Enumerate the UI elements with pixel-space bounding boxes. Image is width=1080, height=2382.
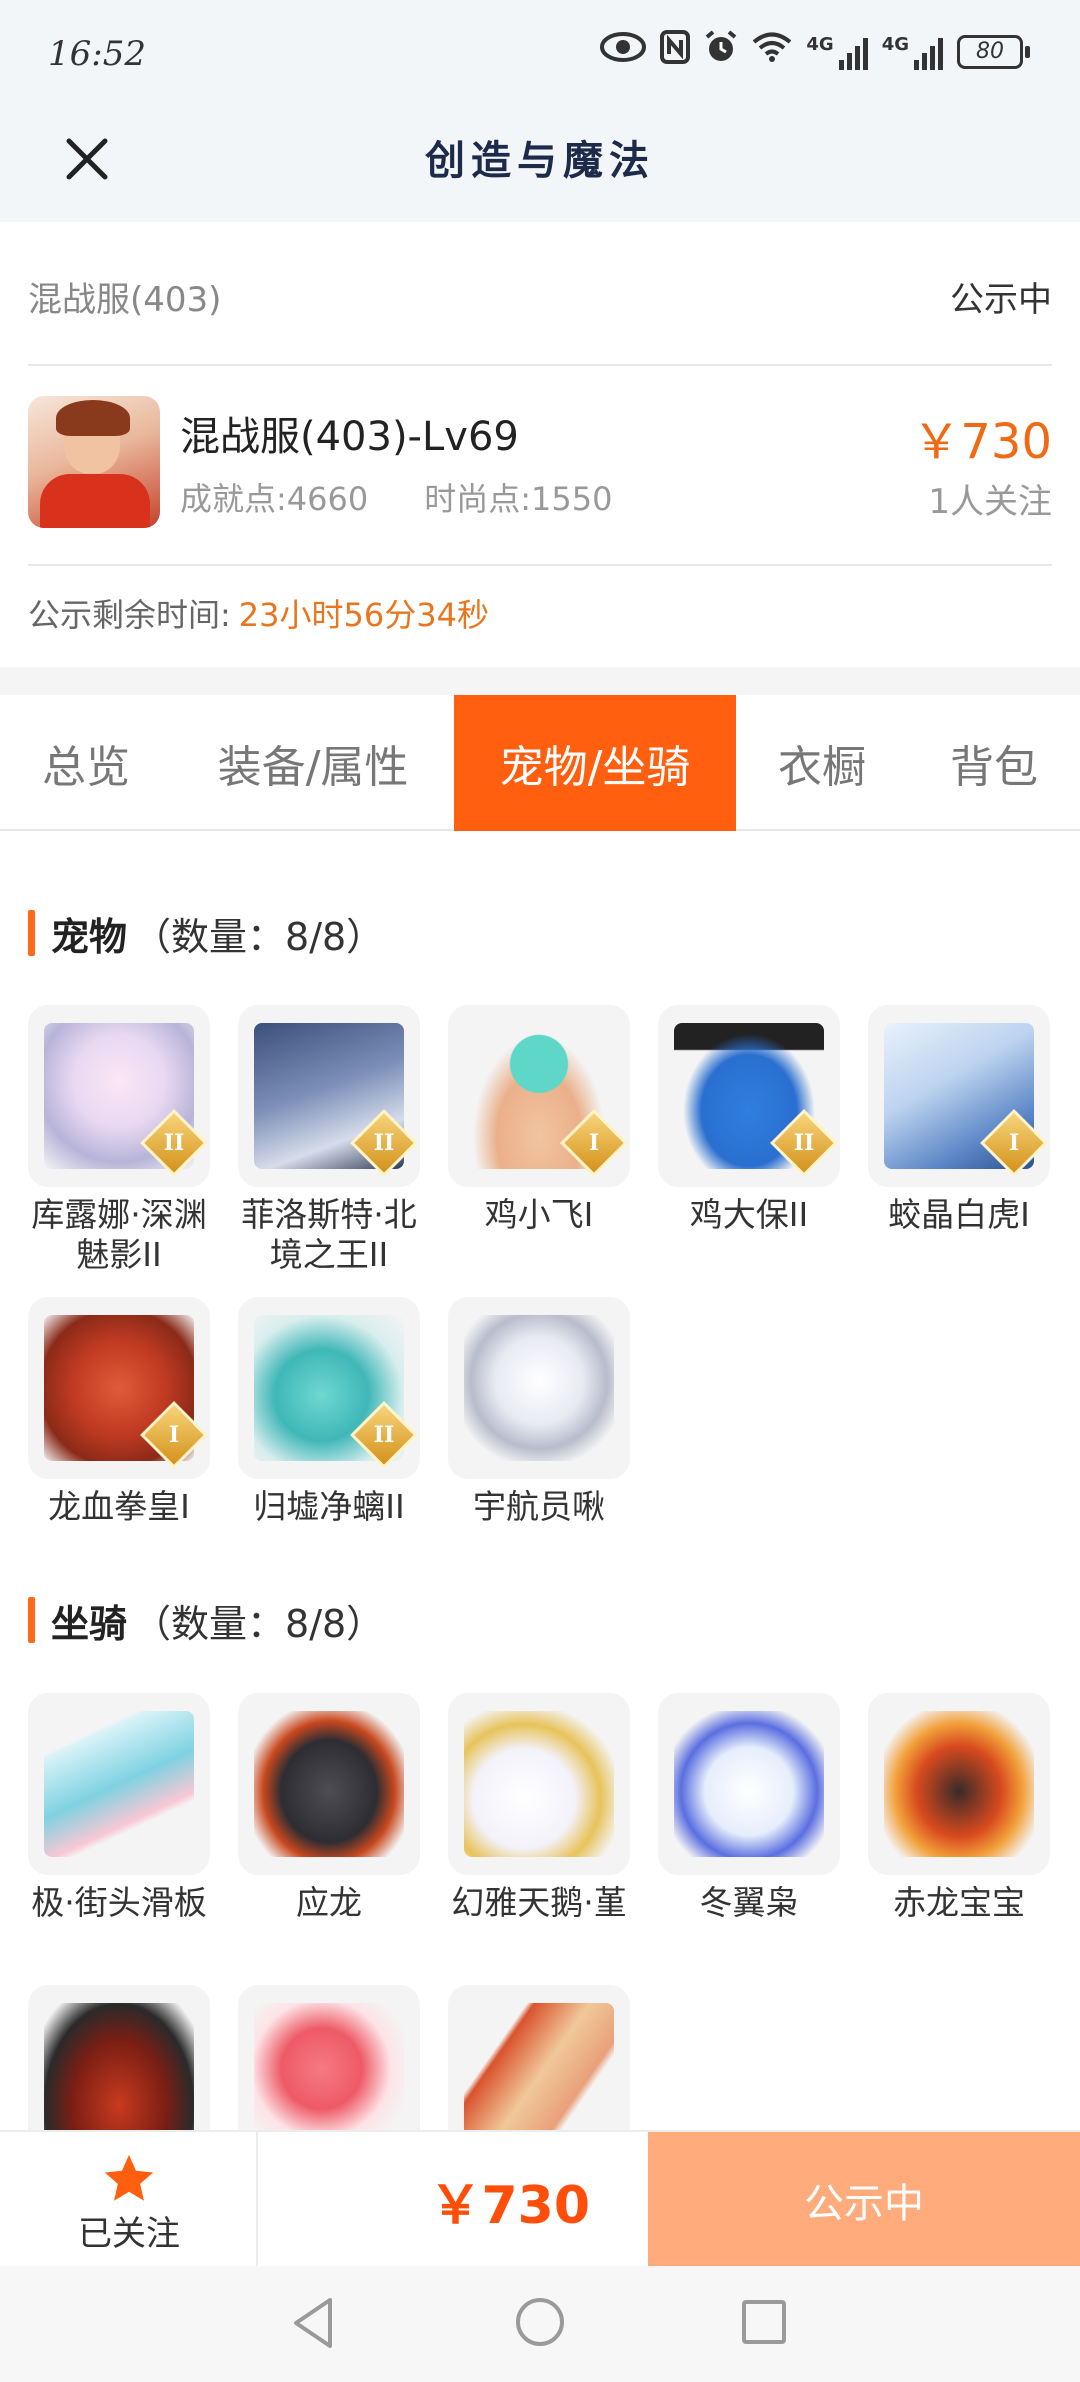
pets-count: （数量：8/8） <box>133 914 385 959</box>
pet-item[interactable]: I 蛟晶白虎Ⅰ <box>868 1005 1050 1235</box>
pet-name: 库露娜·深渊魅影II <box>31 1195 207 1274</box>
pet-item[interactable]: 宇航员啾 <box>448 1297 630 1527</box>
mount-thumbnail <box>658 1693 840 1875</box>
pet-name: 鸡大保II <box>689 1195 809 1234</box>
status-bar: 16:52 4G 4G 80 <box>0 0 1080 110</box>
signal-icon-1: 4G <box>806 33 868 70</box>
pet-thumbnail: II <box>658 1005 840 1187</box>
page-title: 创造与魔法 <box>425 137 655 184</box>
server-status: 公示中 <box>950 280 1052 320</box>
mounts-section-header: 坐骑 （数量：8/8） <box>28 1595 385 1646</box>
mount-thumbnail <box>448 1693 630 1875</box>
section-accent-bar <box>28 910 35 956</box>
tab-overview[interactable]: 总览 <box>0 695 172 831</box>
mount-thumbnail <box>238 1693 420 1875</box>
mount-item[interactable]: 应龙 <box>238 1693 420 1923</box>
app-screen: 16:52 4G 4G 80 创造与魔法 混战服(403) 公示中 混战服(40… <box>0 0 1080 2382</box>
battery-icon: 80 <box>957 34 1030 69</box>
page-header: 创造与魔法 <box>0 110 1080 222</box>
mount-item[interactable]: 冬翼枭 <box>658 1693 840 1923</box>
mount-thumbnail <box>28 1693 210 1875</box>
pet-thumbnail: I <box>868 1005 1050 1187</box>
network-type-2: 4G <box>881 33 909 55</box>
pet-item[interactable]: II 菲洛斯特·北境之王II <box>238 1005 420 1275</box>
pet-item[interactable]: II 归墟净螭II <box>238 1297 420 1527</box>
character-name: 混战服(403)-Lv69 <box>180 414 519 460</box>
pet-item[interactable]: II 库露娜·深渊魅影II <box>28 1005 210 1275</box>
character-stats: 成就点:4660 时尚点:1550 <box>180 474 612 520</box>
star-icon <box>100 2150 158 2208</box>
tab-equipment[interactable]: 装备/属性 <box>172 695 454 831</box>
server-name: 混战服(403) <box>28 280 222 320</box>
eye-icon <box>600 31 647 72</box>
pet-name: 菲洛斯特·北境之王II <box>241 1195 417 1274</box>
pet-thumbnail: II <box>238 1005 420 1187</box>
battery-level: 80 <box>957 34 1023 69</box>
pet-thumbnail: II <box>238 1297 420 1479</box>
follow-label: 已关注 <box>78 2214 180 2254</box>
tab-pets-mounts[interactable]: 宠物/坐骑 <box>454 695 736 831</box>
nfc-icon <box>660 30 691 73</box>
back-icon[interactable] <box>290 2296 338 2350</box>
pets-title: 宠物 <box>51 914 128 959</box>
section-divider <box>0 667 1080 695</box>
wifi-icon <box>752 31 792 72</box>
mounts-count: （数量：8/8） <box>133 1601 385 1646</box>
mounts-title: 坐骑 <box>51 1601 128 1646</box>
character-avatar <box>28 396 160 528</box>
pet-name: 宇航员啾 <box>473 1487 605 1526</box>
follower-count: 1人关注 <box>928 482 1052 522</box>
pet-thumbnail: I <box>448 1005 630 1187</box>
pet-thumbnail: I <box>28 1297 210 1479</box>
tab-bar: 总览 装备/属性 宠物/坐骑 衣橱 背包 <box>0 695 1080 831</box>
pet-name: 鸡小飞I <box>484 1195 594 1234</box>
system-nav-bar <box>0 2266 1080 2382</box>
tab-wardrobe[interactable]: 衣橱 <box>736 695 908 831</box>
mount-name: 应龙 <box>296 1883 362 1922</box>
status-icons: 4G 4G 80 <box>600 30 1030 73</box>
achievement-points: 成就点:4660 <box>180 480 369 518</box>
mount-item[interactable]: 赤龙宝宝 <box>868 1693 1050 1923</box>
pet-thumbnail <box>448 1297 630 1479</box>
pet-item[interactable]: I 鸡小飞I <box>448 1005 630 1235</box>
pets-section-header: 宠物 （数量：8/8） <box>28 908 385 959</box>
network-type-1: 4G <box>806 33 834 55</box>
status-time: 16:52 <box>48 34 146 74</box>
mount-thumbnail <box>868 1693 1050 1875</box>
signal-icon-2: 4G <box>882 34 943 70</box>
pet-item[interactable]: I 龙血拳皇Ⅰ <box>28 1297 210 1527</box>
bottom-action-bar: 已关注 ￥730 公示中 <box>0 2130 1080 2268</box>
follow-button[interactable]: 已关注 <box>0 2132 258 2268</box>
pet-name: 归墟净螭II <box>253 1487 405 1526</box>
mount-name: 幻雅天鹅·堇 <box>451 1883 627 1922</box>
pet-name: 蛟晶白虎Ⅰ <box>888 1195 1030 1234</box>
pet-thumbnail: II <box>28 1005 210 1187</box>
mount-name: 赤龙宝宝 <box>893 1883 1025 1922</box>
mount-item[interactable]: 幻雅天鹅·堇 <box>448 1693 630 1923</box>
countdown: 公示剩余时间: 23小时56分34秒 <box>28 590 489 636</box>
character-row[interactable]: 混战服(403)-Lv69 成就点:4660 时尚点:1550 ￥730 1人关注 <box>28 366 1052 566</box>
countdown-label: 公示剩余时间: <box>28 596 231 634</box>
bottom-price: ￥730 <box>429 2175 590 2236</box>
section-accent-bar <box>28 1597 35 1643</box>
status-button[interactable]: 公示中 <box>648 2132 1080 2268</box>
mount-name: 冬翼枭 <box>699 1883 799 1922</box>
pet-name: 龙血拳皇Ⅰ <box>48 1487 190 1526</box>
recent-apps-icon[interactable] <box>742 2300 786 2344</box>
mount-name: 极·街头滑板 <box>31 1883 207 1922</box>
countdown-value: 23小时56分34秒 <box>238 596 489 634</box>
home-icon[interactable] <box>516 2298 564 2346</box>
listing-info: 混战服(403) 公示中 混战服(403)-Lv69 成就点:4660 时尚点:1… <box>0 222 1080 667</box>
alarm-icon <box>704 30 738 73</box>
server-row: 混战服(403) 公示中 <box>28 222 1052 366</box>
listing-price: ￥730 <box>912 414 1052 470</box>
fashion-points: 时尚点:1550 <box>424 480 613 518</box>
mount-item[interactable]: 极·街头滑板 <box>28 1693 210 1923</box>
pet-item[interactable]: II 鸡大保II <box>658 1005 840 1235</box>
tab-backpack[interactable]: 背包 <box>908 695 1080 831</box>
